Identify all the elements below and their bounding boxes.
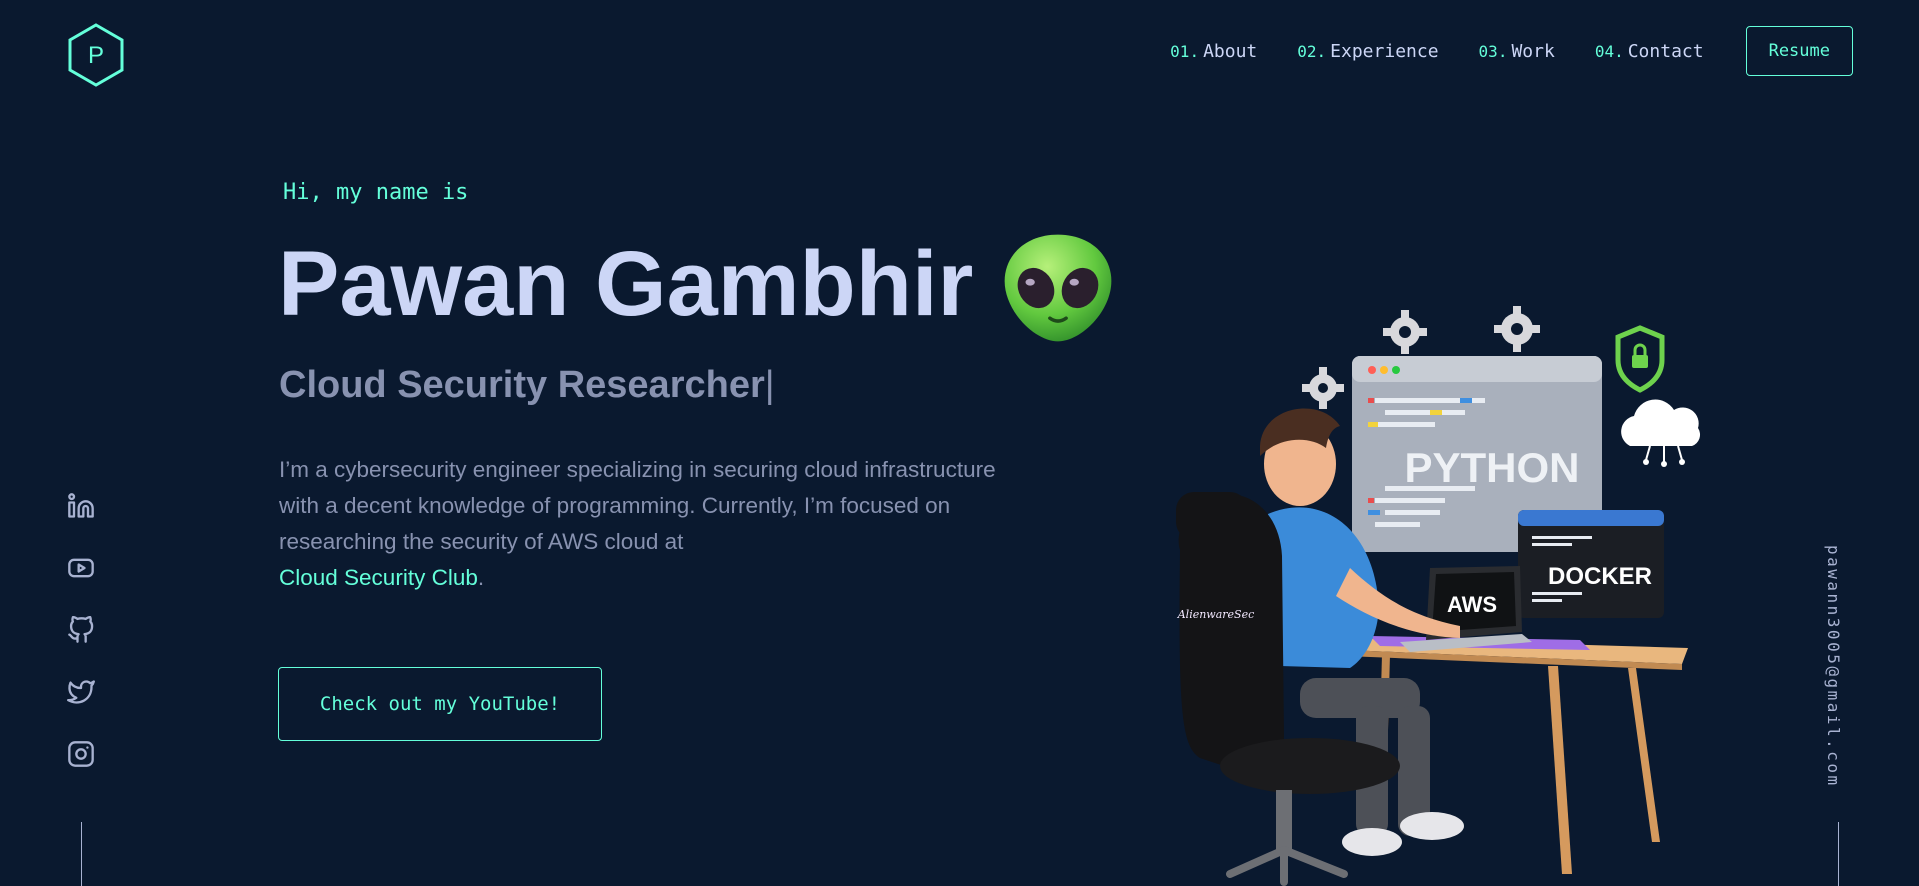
alien-emoji-icon	[1004, 234, 1112, 342]
nav-item-contact[interactable]: 04. Contact	[1595, 41, 1704, 62]
hero-subtitle: Cloud Security Researcher|	[279, 364, 775, 407]
nav-label: Experience	[1330, 40, 1439, 62]
email-link[interactable]: pawann3005@gmail.com	[1824, 545, 1843, 788]
nav-number: 01.	[1170, 41, 1200, 61]
gear-icon	[1494, 306, 1540, 352]
right-rail-line	[1838, 822, 1839, 886]
nav-item-experience[interactable]: 02. Experience	[1297, 41, 1438, 62]
bio-text: I’m a cybersecurity engineer specializin…	[279, 457, 996, 554]
nav-number: 02.	[1297, 41, 1327, 61]
twitter-icon[interactable]	[66, 678, 96, 706]
cloud-icon	[1621, 399, 1701, 467]
hero-name: Pawan Gambhir	[278, 233, 974, 335]
subtitle-text: Cloud Security Researcher	[279, 364, 765, 406]
youtube-icon[interactable]	[66, 554, 96, 582]
docker-label: DOCKER	[1548, 563, 1652, 590]
resume-button[interactable]: Resume	[1745, 26, 1853, 76]
hero-bio: I’m a cybersecurity engineer specializin…	[279, 452, 1039, 596]
developer-illustration: PYTHON DOCKER AWS AlienwareSec	[1176, 306, 1701, 886]
nav-number: 04.	[1594, 41, 1624, 61]
nav-item-about[interactable]: 01. About	[1170, 41, 1257, 62]
social-links	[66, 492, 96, 768]
nav-number: 03.	[1478, 41, 1508, 61]
main-nav: 01. About 02. Experience 03. Work 04. Contac…	[1170, 0, 1853, 102]
python-label: PYTHON	[1404, 444, 1579, 491]
nav-label: About	[1203, 40, 1258, 62]
shield-lock-icon	[1615, 325, 1665, 393]
instagram-icon[interactable]	[66, 740, 96, 768]
nav-label: Work	[1511, 40, 1555, 62]
youtube-cta-button[interactable]: Check out my YouTube!	[278, 667, 602, 741]
hero-greeting: Hi, my name is	[283, 180, 469, 205]
gear-icon	[1302, 367, 1344, 409]
gear-icon	[1383, 310, 1427, 354]
github-icon[interactable]	[66, 616, 96, 644]
nav-item-work[interactable]: 03. Work	[1479, 41, 1555, 62]
bio-period: .	[477, 565, 485, 590]
logo-hexagon[interactable]: P	[66, 22, 126, 88]
aws-label: AWS	[1447, 592, 1497, 617]
chair-brand-label: AlienwareSec	[1177, 608, 1255, 621]
cloud-security-club-link[interactable]: Cloud Security Club	[279, 565, 478, 590]
left-rail-line	[81, 822, 82, 886]
logo-letter: P	[88, 42, 104, 69]
nav-label: Contact	[1627, 40, 1704, 62]
linkedin-icon[interactable]	[66, 492, 96, 520]
docker-terminal: DOCKER	[1518, 510, 1664, 618]
typing-cursor: |	[764, 364, 775, 406]
